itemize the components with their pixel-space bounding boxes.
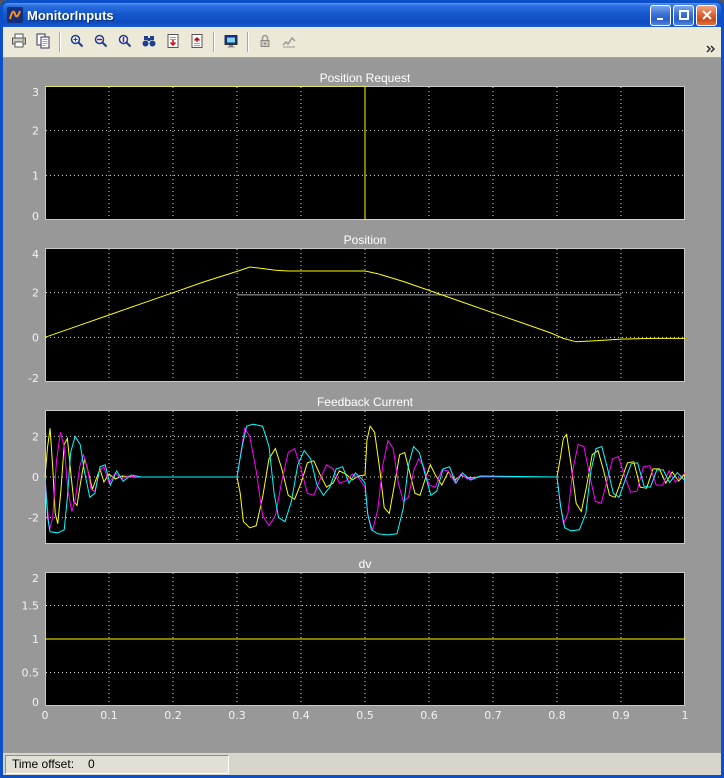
zoom-y-axis-icon xyxy=(117,33,133,52)
plot-feedback-current[interactable]: -2 0 2 xyxy=(9,410,697,544)
toolbar-separator xyxy=(59,32,61,52)
scope-window: MonitorInputs xyxy=(0,0,724,778)
simulink-scope-icon xyxy=(7,7,23,23)
floating-scope-icon xyxy=(223,33,239,52)
parameters-icon xyxy=(35,33,51,52)
svg-text:0: 0 xyxy=(42,709,49,722)
svg-text:0: 0 xyxy=(32,696,39,709)
time-offset-value: 0 xyxy=(88,757,95,771)
svg-text:0: 0 xyxy=(32,331,39,344)
svg-text:0.2: 0.2 xyxy=(164,709,182,722)
figure-area: Position Request 0 1 2 3 Position -2 0 2 4 Fee… xyxy=(3,58,721,752)
autoscale-button[interactable] xyxy=(137,30,161,54)
svg-text:4: 4 xyxy=(32,248,39,261)
svg-text:3: 3 xyxy=(32,86,39,99)
lock-icon xyxy=(257,33,273,52)
minimize-button[interactable] xyxy=(650,5,671,26)
restore-axes-settings-icon xyxy=(189,33,205,52)
svg-text:0.6: 0.6 xyxy=(420,709,438,722)
print-icon xyxy=(11,33,27,52)
save-axes-settings-button[interactable] xyxy=(161,30,185,54)
svg-text:0.4: 0.4 xyxy=(292,709,310,722)
svg-text:1: 1 xyxy=(32,633,39,646)
plot-dv[interactable]: 0 0.5 1 1.5 2 0 0.1 0.2 0.3 0.4 0.5 0.6 0.7 0.8 0.9 1 xyxy=(9,572,697,722)
svg-text:-2: -2 xyxy=(28,512,39,525)
svg-text:2: 2 xyxy=(32,287,39,300)
svg-text:0.8: 0.8 xyxy=(548,709,566,722)
toolbar-separator xyxy=(247,32,249,52)
zoom-x-axis-button[interactable] xyxy=(89,30,113,54)
svg-text:0.7: 0.7 xyxy=(484,709,502,722)
time-offset-label: Time offset: xyxy=(12,757,74,771)
maximize-button[interactable] xyxy=(673,5,694,26)
lock-axes-button[interactable] xyxy=(253,30,277,54)
svg-text:0.3: 0.3 xyxy=(228,709,246,722)
toolbar-overflow-chevron[interactable] xyxy=(706,42,718,54)
zoom-button[interactable] xyxy=(65,30,89,54)
titlebar[interactable]: MonitorInputs xyxy=(3,3,721,27)
svg-text:2: 2 xyxy=(32,572,39,585)
svg-text:2: 2 xyxy=(32,125,39,138)
svg-text:0: 0 xyxy=(32,210,39,220)
status-bar: Time offset: 0 xyxy=(3,752,721,775)
svg-text:2: 2 xyxy=(32,430,39,443)
chart-title: Feedback Current xyxy=(45,394,685,410)
zoom-x-axis-icon xyxy=(93,33,109,52)
parameters-button[interactable] xyxy=(31,30,55,54)
window-title: MonitorInputs xyxy=(27,8,646,23)
signal-selection-button[interactable] xyxy=(277,30,301,54)
zoom-icon xyxy=(69,33,85,52)
time-offset-panel: Time offset: 0 xyxy=(5,755,229,774)
chart-position: Position -2 0 2 4 xyxy=(9,232,721,382)
svg-text:0.5: 0.5 xyxy=(22,667,40,680)
plot-position-request[interactable]: 0 1 2 3 xyxy=(9,86,697,220)
svg-text:-2: -2 xyxy=(28,372,39,382)
plot-position[interactable]: -2 0 2 4 xyxy=(9,248,697,382)
svg-text:0: 0 xyxy=(32,471,39,484)
svg-text:1: 1 xyxy=(682,709,689,722)
close-button[interactable] xyxy=(696,5,717,26)
svg-text:0.1: 0.1 xyxy=(100,709,118,722)
autoscale-binoculars-icon xyxy=(141,33,157,52)
toolbar xyxy=(3,27,721,58)
svg-text:0.5: 0.5 xyxy=(356,709,374,722)
signal-selection-icon xyxy=(281,33,297,52)
svg-text:0.9: 0.9 xyxy=(612,709,630,722)
zoom-y-axis-button[interactable] xyxy=(113,30,137,54)
window-controls xyxy=(650,5,717,26)
toolbar-separator xyxy=(213,32,215,52)
print-button[interactable] xyxy=(7,30,31,54)
chart-title: dv xyxy=(45,556,685,572)
floating-scope-button[interactable] xyxy=(219,30,243,54)
chart-title: Position xyxy=(45,232,685,248)
save-axes-settings-icon xyxy=(165,33,181,52)
svg-text:1.5: 1.5 xyxy=(22,600,40,613)
restore-axes-settings-button[interactable] xyxy=(185,30,209,54)
chart-dv: dv 0 0.5 1 1.5 2 0 0.1 0.2 0.3 0.4 0.5 0.6 0.7 0.8 0.9… xyxy=(9,556,721,722)
chart-feedback-current: Feedback Current -2 0 2 xyxy=(9,394,721,544)
chart-position-request: Position Request 0 1 2 3 xyxy=(9,70,721,220)
chart-title: Position Request xyxy=(45,70,685,86)
svg-text:1: 1 xyxy=(32,169,39,182)
